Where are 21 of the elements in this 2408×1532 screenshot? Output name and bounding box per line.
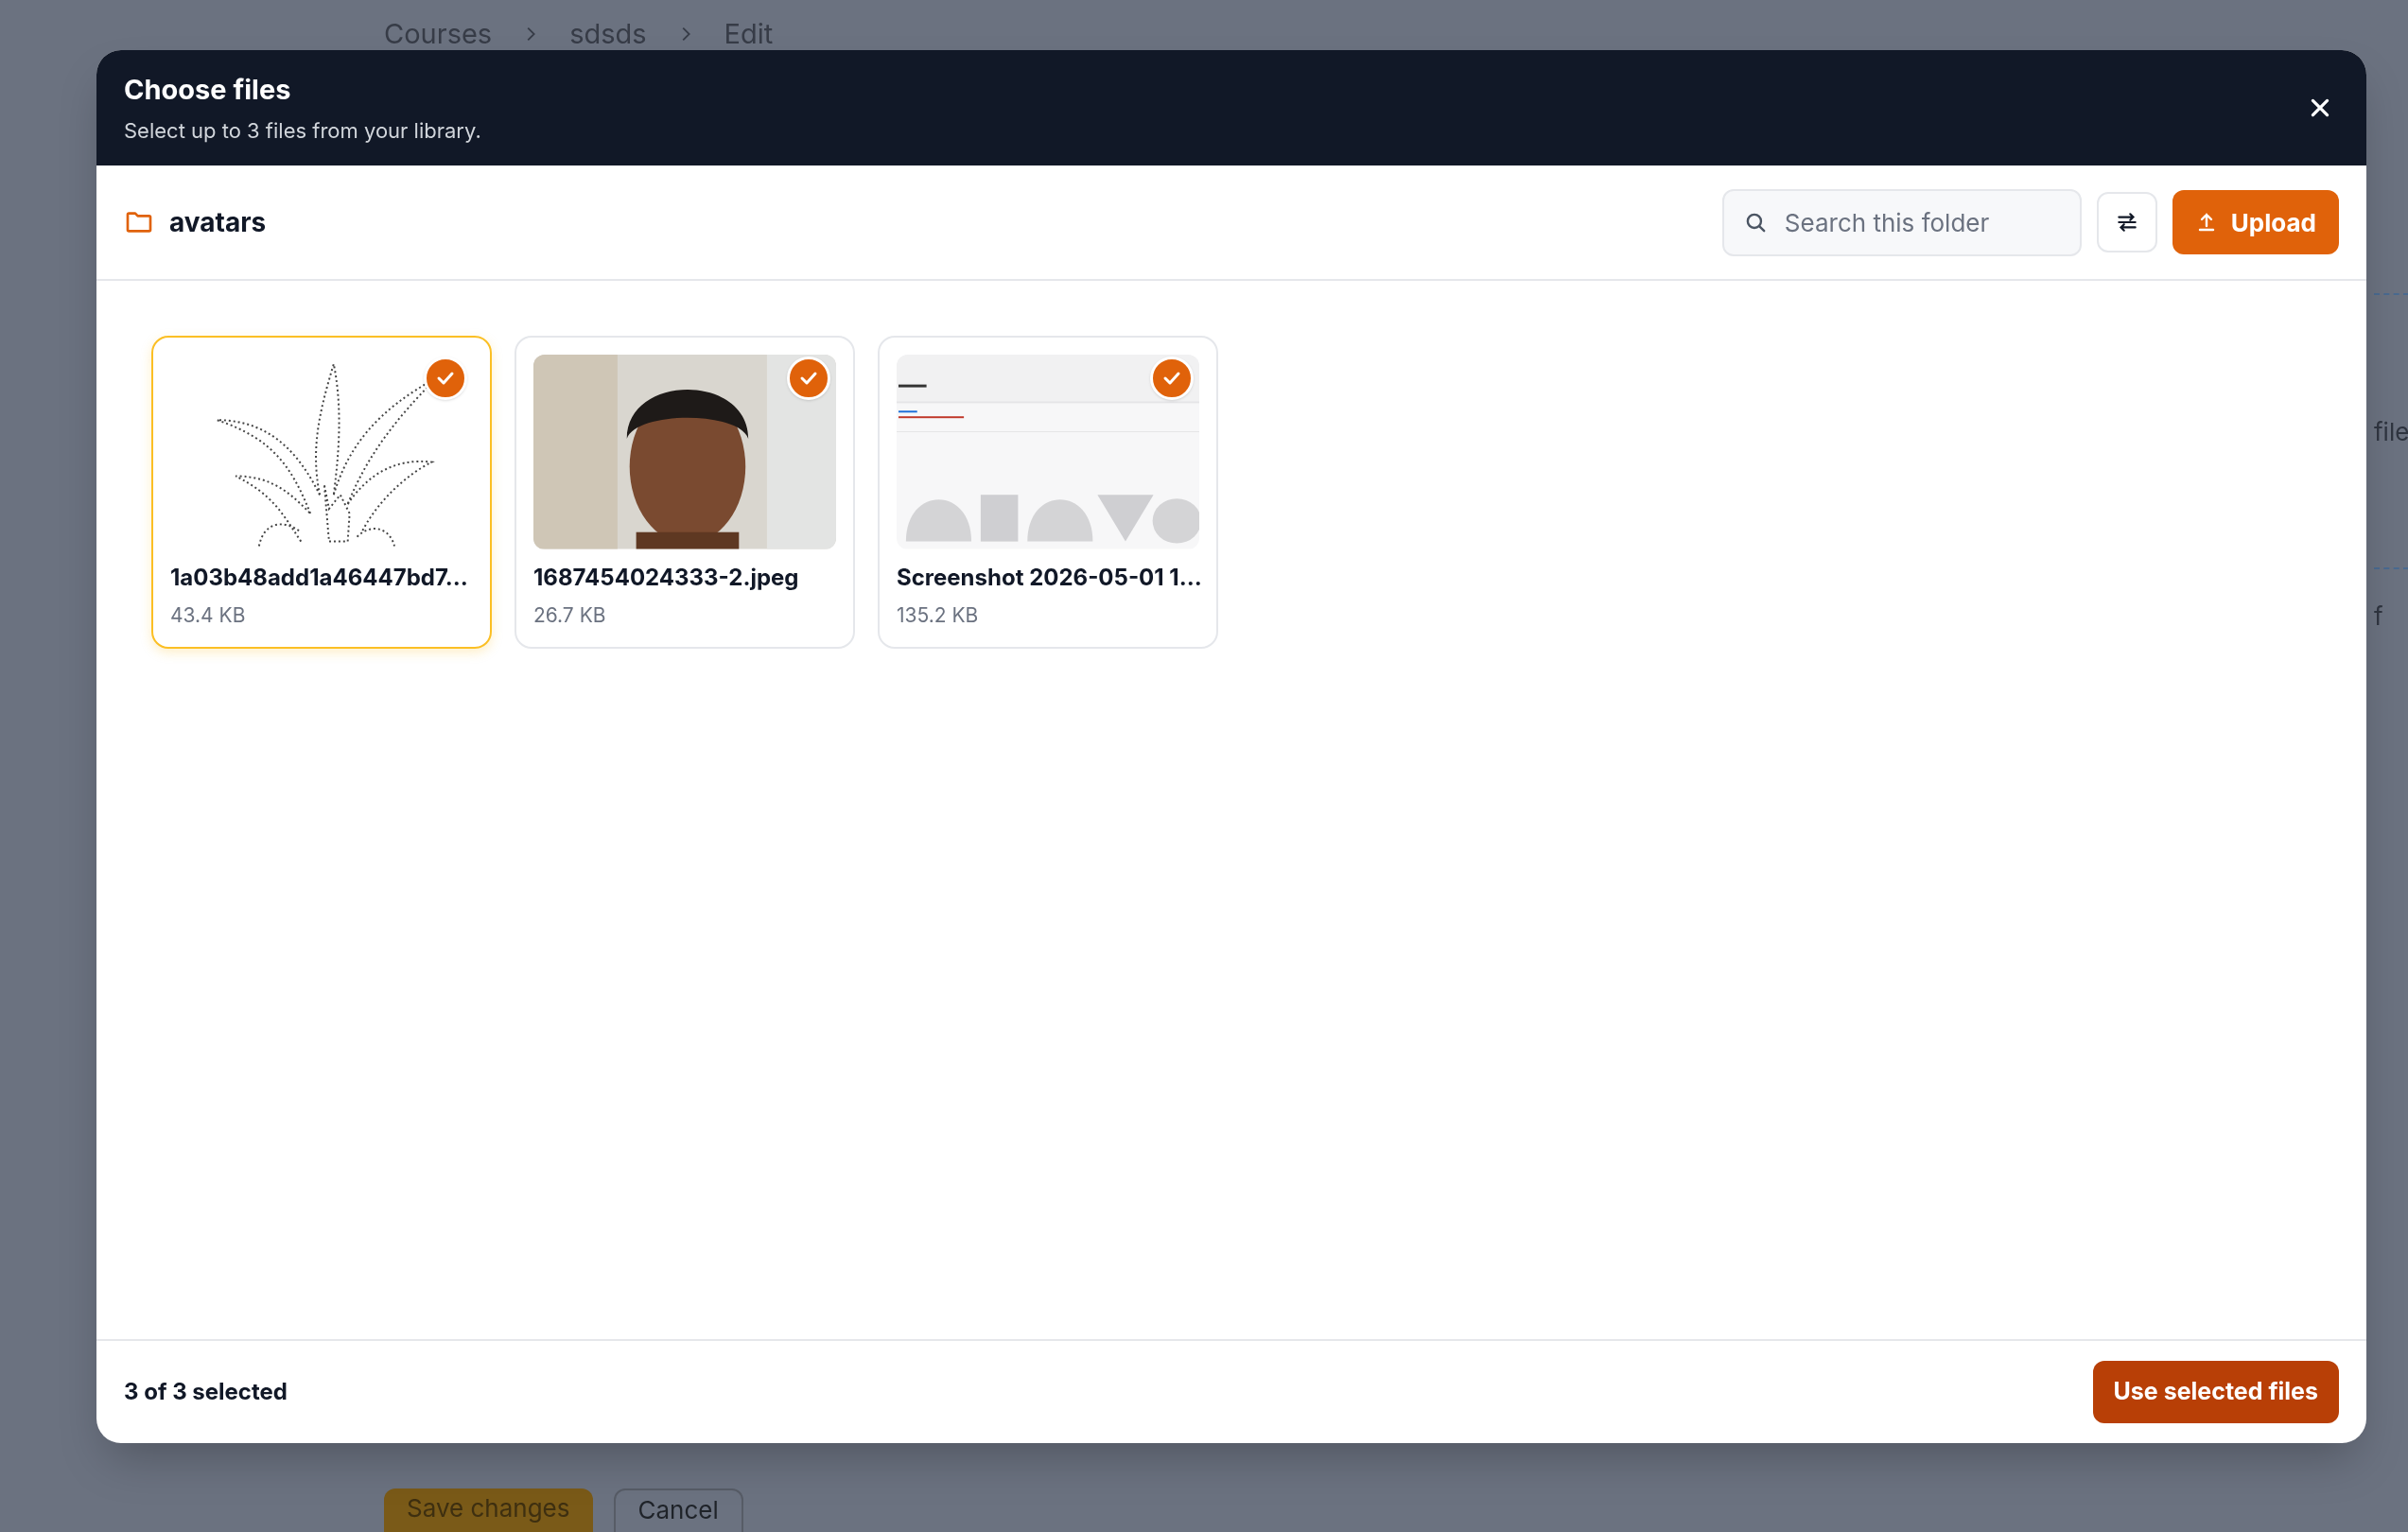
upload-button[interactable]: Upload: [2172, 190, 2339, 254]
search-field[interactable]: Search this folder: [1721, 188, 2082, 256]
file-name: 1a03b48add1a46447bd7…: [170, 562, 469, 593]
file-name: Screenshot 2026-05-01 1…: [897, 562, 1199, 593]
save-button[interactable]: Save changes: [384, 1488, 593, 1532]
file-size: 26.7 KB: [533, 601, 607, 629]
file-card[interactable]: Screenshot 2026-05-01 1… 135.2 KB: [878, 336, 1218, 649]
file-card[interactable]: 1a03b48add1a46447bd7… 43.4 KB: [151, 336, 492, 649]
use-selected-button[interactable]: Use selected files: [2092, 1361, 2339, 1423]
folder-name: avatars: [169, 205, 267, 240]
file-name: 1687454024333-2.jpeg: [533, 562, 800, 593]
side-text: file: [2374, 415, 2408, 448]
file-size: 43.4 KB: [170, 601, 247, 629]
side-text: f: [2374, 600, 2383, 633]
cancel-button[interactable]: Cancel: [613, 1488, 743, 1532]
dialog-title: Choose files: [124, 71, 292, 108]
dialog-subtitle: Select up to 3 files from your library.: [124, 117, 481, 146]
selection-count: 3 of 3 selected: [124, 1377, 288, 1407]
file-size: 135.2 KB: [897, 601, 980, 629]
file-card[interactable]: 1687454024333-2.jpeg 26.7 KB: [515, 336, 855, 649]
filter-button[interactable]: [2096, 192, 2157, 252]
